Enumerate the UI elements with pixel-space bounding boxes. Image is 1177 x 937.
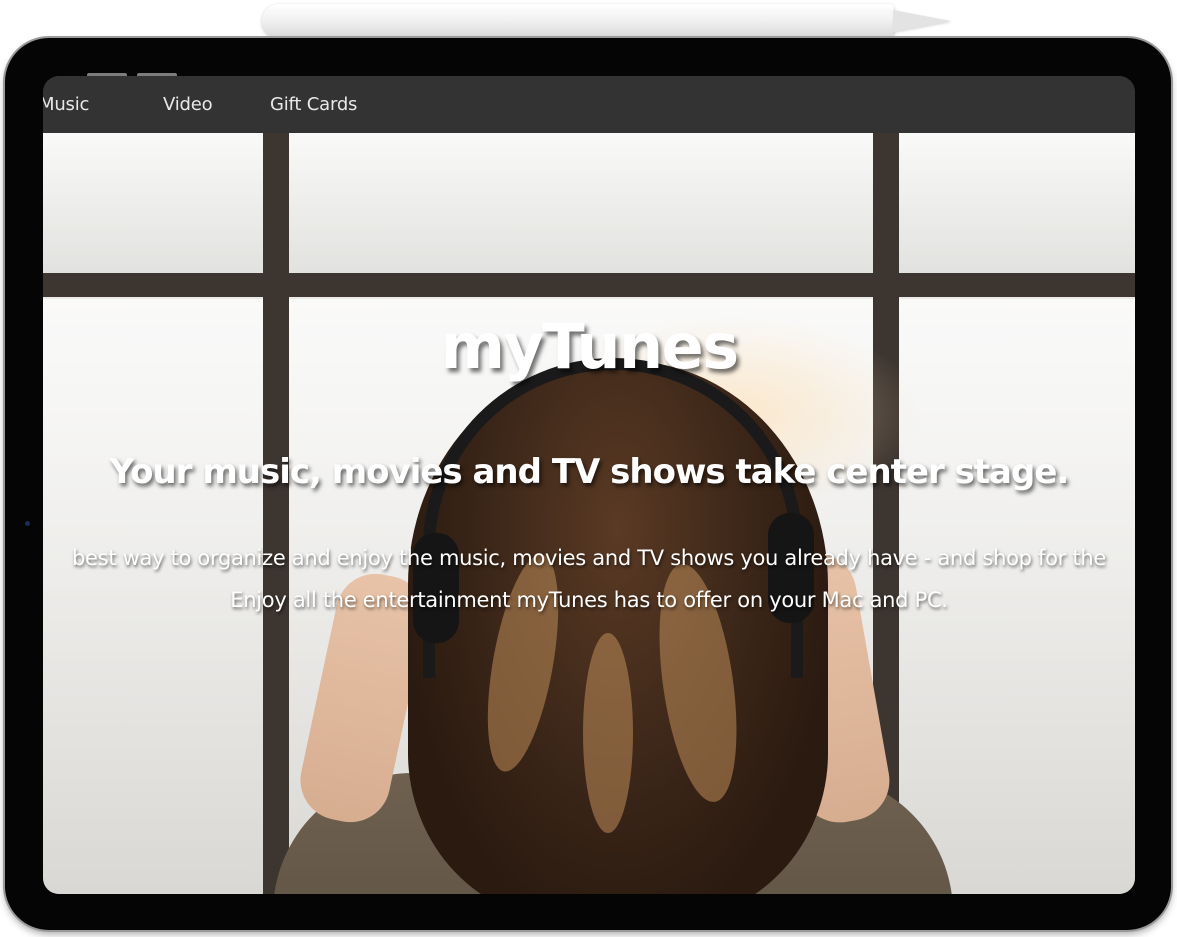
window-pane <box>899 133 1135 273</box>
window-frame <box>43 273 1135 297</box>
window-frame <box>263 133 289 894</box>
window-pane <box>289 133 873 273</box>
hero-tagline: Your music, movies and TV shows take cen… <box>109 452 1070 492</box>
nav-link-music[interactable]: Music <box>43 94 89 115</box>
apple-pencil <box>262 4 894 38</box>
top-navbar: Music Video Gift Cards <box>43 76 1135 133</box>
hero-title: myTunes <box>440 310 739 383</box>
apple-pencil-tip <box>893 10 951 32</box>
hero-description-line: Enjoy all the entertainment myTunes has … <box>230 588 948 612</box>
device-screen: Music Video Gift Cards myTunes Your musi… <box>43 76 1135 894</box>
front-camera <box>25 521 30 526</box>
nav-link-gift-cards[interactable]: Gift Cards <box>270 94 357 115</box>
hero-description-line: best way to organize and enjoy the music… <box>72 546 1106 570</box>
ipad-frame: Music Video Gift Cards myTunes Your musi… <box>5 38 1171 930</box>
window-pane <box>43 133 263 273</box>
nav-link-video[interactable]: Video <box>163 94 213 115</box>
hero-banner: myTunes Your music, movies and TV shows … <box>43 133 1135 894</box>
page: Music Video Gift Cards myTunes Your musi… <box>0 0 1177 937</box>
